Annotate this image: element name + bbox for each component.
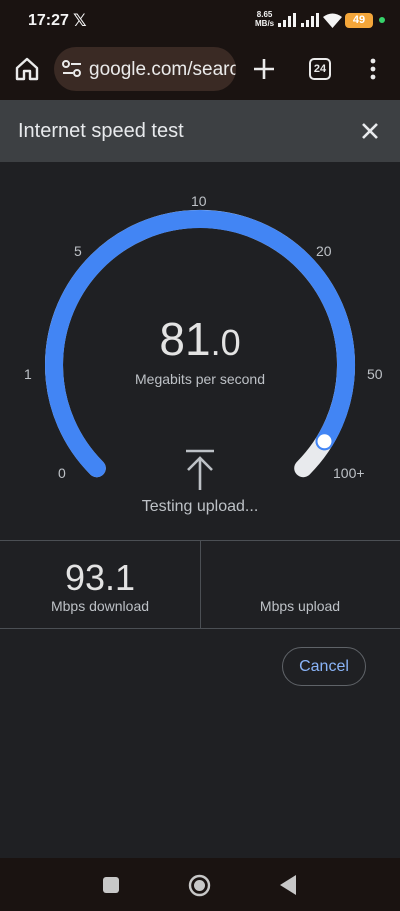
download-speed-value: 93.1	[64, 557, 136, 598]
download-speed-label: Mbps download	[50, 598, 150, 614]
gauge-tick-label: 5	[74, 243, 82, 259]
gauge-tick-label: 10	[191, 193, 207, 209]
status-time: 17:27	[28, 12, 69, 29]
battery-icon: 49	[345, 13, 373, 28]
back-icon[interactable]	[280, 875, 296, 895]
status-bar: 17:27 𝕏 8.65 MB/s 49	[0, 0, 400, 40]
gauge-tick-label: 20	[316, 243, 332, 259]
gauge-tick-label: 0	[58, 465, 66, 481]
plus-icon[interactable]	[251, 56, 277, 82]
tabs-icon[interactable]: 24	[309, 58, 331, 80]
system-nav-bar	[0, 858, 400, 911]
wifi-icon	[323, 13, 342, 28]
current-speed-integer: 81	[159, 313, 211, 365]
upload-icon	[186, 449, 214, 490]
privacy-indicator-dot	[379, 17, 385, 23]
close-icon[interactable]	[356, 117, 384, 145]
x-logo-icon: 𝕏	[73, 11, 87, 30]
home-icon[interactable]	[188, 874, 211, 897]
url-text: google.com/search	[89, 59, 236, 80]
tune-icon[interactable]	[62, 60, 82, 78]
speed-test-header: Internet speed test	[0, 100, 400, 162]
test-status: Testing upload...	[141, 498, 259, 515]
signal-icon	[278, 13, 296, 27]
results-divider	[200, 541, 201, 629]
page-title: Internet speed test	[18, 120, 184, 142]
tab-count: 24	[313, 63, 327, 75]
gauge-tick-label: 100+	[333, 465, 365, 481]
speed-unit-label: Megabits per second	[135, 371, 265, 387]
recents-icon[interactable]	[103, 877, 119, 893]
network-speed-unit: MB/s	[255, 19, 275, 28]
speed-gauge: 0 1 5 10 20 50 100+ 81.0 Megabits per se…	[0, 162, 400, 540]
browser-toolbar: google.com/search 24	[0, 40, 400, 100]
results-panel: 93.1 Mbps download Mbps upload	[0, 540, 400, 629]
cancel-button[interactable]: Cancel	[282, 647, 366, 686]
gauge-needle-knob	[315, 432, 334, 451]
network-speed-value: 8.65	[256, 10, 273, 19]
network-speed: 8.65 MB/s	[255, 10, 274, 28]
address-bar[interactable]: google.com/search	[54, 47, 236, 91]
home-icon[interactable]	[14, 56, 40, 82]
current-speed: 81.0	[0, 312, 400, 366]
battery-level: 49	[352, 14, 366, 26]
signal-icon	[301, 13, 319, 27]
upload-speed-label: Mbps upload	[259, 598, 341, 614]
current-speed-decimal: .0	[210, 322, 241, 363]
menu-icon[interactable]	[362, 56, 384, 82]
